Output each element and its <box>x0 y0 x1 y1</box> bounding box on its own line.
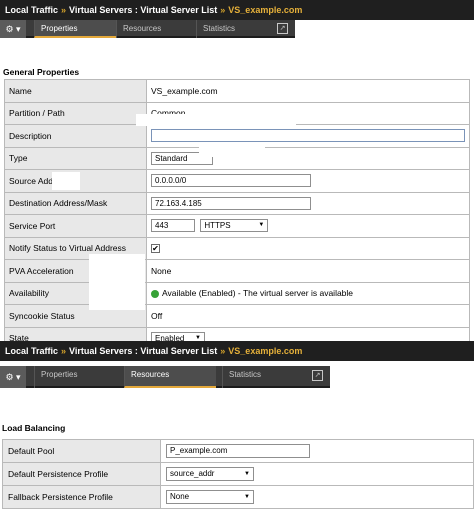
status-available-icon <box>151 290 159 298</box>
table-row: Destination Address/Mask 72.163.4.185 <box>4 191 470 215</box>
default-pool-select[interactable]: P_example.com <box>166 444 310 458</box>
load-balancing-table: Default Pool P_example.com Default Persi… <box>2 439 474 509</box>
fallback-persistence-select[interactable]: None ▼ <box>166 490 254 504</box>
breadcrumb-separator: » <box>61 346 67 356</box>
notify-status-checkbox[interactable]: ✔ <box>151 244 160 254</box>
default-pool-label: Default Pool <box>2 439 161 463</box>
syncookie-value: Off <box>146 304 470 328</box>
table-row: Name VS_example.com <box>4 79 470 103</box>
breadcrumb-local-traffic[interactable]: Local Traffic <box>5 346 58 356</box>
source-address-input[interactable]: 0.0.0.0/0 <box>151 174 311 188</box>
type-select-value: Standard <box>155 153 188 163</box>
persistence-select-value: source_addr <box>170 469 215 478</box>
redaction-block <box>199 145 265 157</box>
breadcrumb-virtual-servers[interactable]: Virtual Servers : Virtual Server List <box>69 5 217 15</box>
gear-icon[interactable]: ⚙ ▾ <box>0 366 26 388</box>
tab-bar-resources: ⚙ ▾ Properties Resources Statistics ↗ <box>0 366 330 388</box>
chevron-down-icon: ▼ <box>244 471 250 477</box>
name-value: VS_example.com <box>146 79 470 103</box>
table-row: Default Persistence Profile source_addr ▼ <box>2 462 474 486</box>
redaction-block <box>136 114 296 126</box>
name-label: Name <box>4 79 147 103</box>
table-row: Description <box>4 124 470 148</box>
gear-icon[interactable]: ⚙ ▾ <box>0 20 26 38</box>
description-label: Description <box>4 124 147 148</box>
tab-resources[interactable]: Resources <box>116 20 196 38</box>
breadcrumb-separator: » <box>220 346 226 356</box>
breadcrumb-local-traffic[interactable]: Local Traffic <box>5 5 58 15</box>
tab-properties[interactable]: Properties <box>34 20 116 38</box>
service-port-label: Service Port <box>4 214 147 238</box>
chevron-down-icon: ▼ <box>244 494 250 500</box>
breadcrumb-current: VS_example.com <box>228 346 303 356</box>
destination-input[interactable]: 72.163.4.185 <box>151 196 311 210</box>
tab-statistics[interactable]: Statistics <box>222 366 306 388</box>
title-bar: Local Traffic» Virtual Servers : Virtual … <box>0 0 474 20</box>
table-row: Default Pool P_example.com <box>2 439 474 463</box>
section-title-general: General Properties <box>3 67 80 77</box>
redaction-block <box>89 254 145 310</box>
availability-value: Available (Enabled) - The virtual server… <box>162 288 354 299</box>
protocol-select-value: HTTPS <box>204 221 231 231</box>
pva-value: None <box>146 259 470 283</box>
table-row: Service Port 443 HTTPS ▼ <box>4 214 470 238</box>
default-persistence-select[interactable]: source_addr ▼ <box>166 467 254 481</box>
breadcrumb-separator: » <box>220 5 226 15</box>
tab-statistics[interactable]: Statistics <box>196 20 270 38</box>
table-row: PVA Acceleration None <box>4 259 470 283</box>
fallback-select-value: None <box>170 492 190 501</box>
title-bar-resources: Local Traffic» Virtual Servers : Virtual … <box>0 341 474 361</box>
redaction-block <box>76 396 474 422</box>
popout-icon[interactable]: ↗ <box>312 370 323 381</box>
table-row: Availability Available (Enabled) - The v… <box>4 281 470 305</box>
chevron-down-icon: ▼ <box>258 222 265 229</box>
tab-bar: ⚙ ▾ Properties Resources Statistics ↗ <box>0 20 295 38</box>
type-label: Type <box>4 146 147 170</box>
popout-icon[interactable]: ↗ <box>277 23 288 34</box>
fallback-persistence-label: Fallback Persistence Profile <box>2 485 161 509</box>
destination-label: Destination Address/Mask <box>4 191 147 215</box>
breadcrumb-current: VS_example.com <box>228 5 303 15</box>
table-row: Fallback Persistence Profile None ▼ <box>2 485 474 509</box>
default-persistence-label: Default Persistence Profile <box>2 462 161 486</box>
section-title-load-balancing: Load Balancing <box>2 423 66 433</box>
service-port-protocol-select[interactable]: HTTPS ▼ <box>200 219 269 233</box>
table-row: Syncookie Status Off <box>4 304 470 328</box>
tab-properties[interactable]: Properties <box>34 366 124 388</box>
breadcrumb-virtual-servers[interactable]: Virtual Servers : Virtual Server List <box>69 346 217 356</box>
service-port-input[interactable]: 443 <box>151 219 195 233</box>
description-input[interactable] <box>151 129 465 143</box>
breadcrumb-separator: » <box>61 5 67 15</box>
partition-label: Partition / Path <box>4 101 147 125</box>
table-row: Notify Status to Virtual Address ✔ <box>4 236 470 260</box>
redaction-block <box>52 172 80 190</box>
tab-resources[interactable]: Resources <box>124 366 216 388</box>
